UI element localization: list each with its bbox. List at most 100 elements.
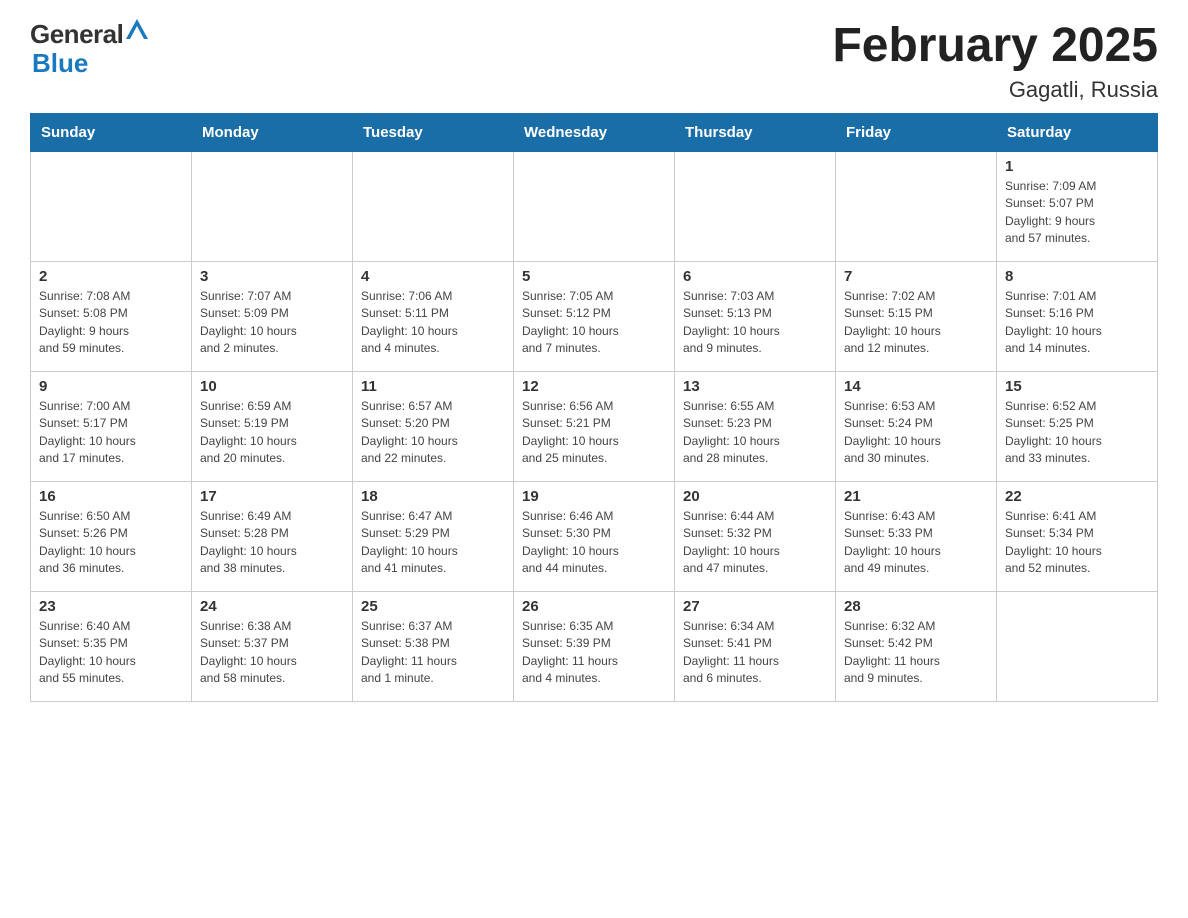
day-number: 23 — [39, 598, 183, 615]
day-number: 26 — [522, 598, 666, 615]
calendar-header-row: Sunday Monday Tuesday Wednesday Thursday… — [31, 113, 1158, 151]
calendar-cell-w5-d2: 24 Sunrise: 6:38 AMSunset: 5:37 PMDayligh… — [192, 591, 353, 701]
col-thursday: Thursday — [675, 113, 836, 151]
location-label: Gagatli, Russia — [832, 77, 1158, 103]
calendar-cell-w1-d1 — [31, 151, 192, 261]
day-number: 3 — [200, 268, 344, 285]
day-info: Sunrise: 7:02 AMSunset: 5:15 PMDaylight:… — [844, 288, 988, 358]
day-info: Sunrise: 6:52 AMSunset: 5:25 PMDaylight:… — [1005, 398, 1149, 468]
col-saturday: Saturday — [997, 113, 1158, 151]
calendar-cell-w3-d7: 15 Sunrise: 6:52 AMSunset: 5:25 PMDayligh… — [997, 371, 1158, 481]
page-header: General Blue February 2025 Gagatli, Russ… — [30, 20, 1158, 103]
logo-general-text: General — [30, 20, 123, 49]
col-tuesday: Tuesday — [353, 113, 514, 151]
calendar-cell-w1-d5 — [675, 151, 836, 261]
calendar-cell-w4-d2: 17 Sunrise: 6:49 AMSunset: 5:28 PMDayligh… — [192, 481, 353, 591]
calendar-cell-w2-d5: 6 Sunrise: 7:03 AMSunset: 5:13 PMDaylight… — [675, 261, 836, 371]
day-number: 27 — [683, 598, 827, 615]
calendar-cell-w3-d6: 14 Sunrise: 6:53 AMSunset: 5:24 PMDayligh… — [836, 371, 997, 481]
calendar-cell-w2-d2: 3 Sunrise: 7:07 AMSunset: 5:09 PMDaylight… — [192, 261, 353, 371]
calendar-week-5: 23 Sunrise: 6:40 AMSunset: 5:35 PMDayligh… — [31, 591, 1158, 701]
day-number: 13 — [683, 378, 827, 395]
col-sunday: Sunday — [31, 113, 192, 151]
day-info: Sunrise: 7:08 AMSunset: 5:08 PMDaylight:… — [39, 288, 183, 358]
calendar-cell-w4-d7: 22 Sunrise: 6:41 AMSunset: 5:34 PMDayligh… — [997, 481, 1158, 591]
calendar-cell-w2-d3: 4Sunrise: 7:06 AMSunset: 5:11 PMDaylight… — [353, 261, 514, 371]
day-info: Sunrise: 6:32 AMSunset: 5:42 PMDaylight:… — [844, 618, 988, 688]
calendar-cell-w5-d5: 27 Sunrise: 6:34 AMSunset: 5:41 PMDayligh… — [675, 591, 836, 701]
calendar-cell-w1-d4 — [514, 151, 675, 261]
day-number: 2 — [39, 268, 183, 285]
calendar-cell-w5-d6: 28 Sunrise: 6:32 AMSunset: 5:42 PMDayligh… — [836, 591, 997, 701]
calendar-cell-w3-d1: 9 Sunrise: 7:00 AMSunset: 5:17 PMDaylight… — [31, 371, 192, 481]
day-info: Sunrise: 6:49 AMSunset: 5:28 PMDaylight:… — [200, 508, 344, 578]
day-info: Sunrise: 7:05 AMSunset: 5:12 PMDaylight:… — [522, 288, 666, 358]
day-info: Sunrise: 6:59 AMSunset: 5:19 PMDaylight:… — [200, 398, 344, 468]
day-info: Sunrise: 6:53 AMSunset: 5:24 PMDaylight:… — [844, 398, 988, 468]
calendar-cell-w5-d3: 25 Sunrise: 6:37 AMSunset: 5:38 PMDayligh… — [353, 591, 514, 701]
calendar-cell-w2-d1: 2 Sunrise: 7:08 AMSunset: 5:08 PMDaylight… — [31, 261, 192, 371]
day-number: 1 — [1005, 158, 1149, 175]
day-number: 11 — [361, 378, 505, 395]
calendar-cell-w3-d4: 12 Sunrise: 6:56 AMSunset: 5:21 PMDayligh… — [514, 371, 675, 481]
day-info: Sunrise: 6:44 AMSunset: 5:32 PMDaylight:… — [683, 508, 827, 578]
calendar-cell-w4-d5: 20 Sunrise: 6:44 AMSunset: 5:32 PMDayligh… — [675, 481, 836, 591]
col-friday: Friday — [836, 113, 997, 151]
calendar-cell-w4-d3: 18Sunrise: 6:47 AMSunset: 5:29 PMDayligh… — [353, 481, 514, 591]
calendar-cell-w4-d4: 19 Sunrise: 6:46 AMSunset: 5:30 PMDayligh… — [514, 481, 675, 591]
day-number: 18 — [361, 488, 505, 505]
day-info: Sunrise: 7:01 AMSunset: 5:16 PMDaylight:… — [1005, 288, 1149, 358]
calendar-cell-w5-d4: 26 Sunrise: 6:35 AMSunset: 5:39 PMDayligh… — [514, 591, 675, 701]
day-number: 14 — [844, 378, 988, 395]
calendar-cell-w4-d1: 16Sunrise: 6:50 AMSunset: 5:26 PMDayligh… — [31, 481, 192, 591]
day-number: 17 — [200, 488, 344, 505]
col-wednesday: Wednesday — [514, 113, 675, 151]
day-number: 20 — [683, 488, 827, 505]
day-info: Sunrise: 6:56 AMSunset: 5:21 PMDaylight:… — [522, 398, 666, 468]
day-number: 25 — [361, 598, 505, 615]
calendar-cell-w2-d7: 8 Sunrise: 7:01 AMSunset: 5:16 PMDaylight… — [997, 261, 1158, 371]
col-monday: Monday — [192, 113, 353, 151]
day-number: 8 — [1005, 268, 1149, 285]
day-info: Sunrise: 7:00 AMSunset: 5:17 PMDaylight:… — [39, 398, 183, 468]
day-number: 19 — [522, 488, 666, 505]
calendar-week-3: 9 Sunrise: 7:00 AMSunset: 5:17 PMDaylight… — [31, 371, 1158, 481]
day-info: Sunrise: 7:03 AMSunset: 5:13 PMDaylight:… — [683, 288, 827, 358]
calendar-week-4: 16Sunrise: 6:50 AMSunset: 5:26 PMDayligh… — [31, 481, 1158, 591]
calendar-cell-w5-d7 — [997, 591, 1158, 701]
day-info: Sunrise: 7:06 AMSunset: 5:11 PMDaylight:… — [361, 288, 505, 358]
day-info: Sunrise: 6:35 AMSunset: 5:39 PMDaylight:… — [522, 618, 666, 688]
calendar-cell-w3-d3: 11 Sunrise: 6:57 AMSunset: 5:20 PMDayligh… — [353, 371, 514, 481]
day-info: Sunrise: 6:34 AMSunset: 5:41 PMDaylight:… — [683, 618, 827, 688]
calendar-cell-w3-d2: 10Sunrise: 6:59 AMSunset: 5:19 PMDayligh… — [192, 371, 353, 481]
day-info: Sunrise: 6:38 AMSunset: 5:37 PMDaylight:… — [200, 618, 344, 688]
day-info: Sunrise: 6:57 AMSunset: 5:20 PMDaylight:… — [361, 398, 505, 468]
logo-triangle-icon — [126, 19, 148, 44]
calendar-cell-w3-d5: 13 Sunrise: 6:55 AMSunset: 5:23 PMDayligh… — [675, 371, 836, 481]
day-number: 21 — [844, 488, 988, 505]
day-number: 7 — [844, 268, 988, 285]
day-number: 22 — [1005, 488, 1149, 505]
day-number: 28 — [844, 598, 988, 615]
day-number: 6 — [683, 268, 827, 285]
day-number: 9 — [39, 378, 183, 395]
day-info: Sunrise: 6:37 AMSunset: 5:38 PMDaylight:… — [361, 618, 505, 688]
calendar-cell-w1-d3 — [353, 151, 514, 261]
calendar-cell-w1-d2 — [192, 151, 353, 261]
day-number: 15 — [1005, 378, 1149, 395]
calendar-cell-w2-d6: 7 Sunrise: 7:02 AMSunset: 5:15 PMDaylight… — [836, 261, 997, 371]
day-number: 16 — [39, 488, 183, 505]
calendar-cell-w1-d7: 1Sunrise: 7:09 AMSunset: 5:07 PMDaylight… — [997, 151, 1158, 261]
day-info: Sunrise: 6:43 AMSunset: 5:33 PMDaylight:… — [844, 508, 988, 578]
day-number: 24 — [200, 598, 344, 615]
calendar-cell-w2-d4: 5 Sunrise: 7:05 AMSunset: 5:12 PMDaylight… — [514, 261, 675, 371]
day-info: Sunrise: 6:41 AMSunset: 5:34 PMDaylight:… — [1005, 508, 1149, 578]
day-number: 12 — [522, 378, 666, 395]
day-number: 5 — [522, 268, 666, 285]
day-info: Sunrise: 6:55 AMSunset: 5:23 PMDaylight:… — [683, 398, 827, 468]
day-info: Sunrise: 6:40 AMSunset: 5:35 PMDaylight:… — [39, 618, 183, 688]
month-title: February 2025 — [832, 20, 1158, 73]
day-info: Sunrise: 6:46 AMSunset: 5:30 PMDaylight:… — [522, 508, 666, 578]
title-area: February 2025 Gagatli, Russia — [832, 20, 1158, 103]
day-info: Sunrise: 7:07 AMSunset: 5:09 PMDaylight:… — [200, 288, 344, 358]
